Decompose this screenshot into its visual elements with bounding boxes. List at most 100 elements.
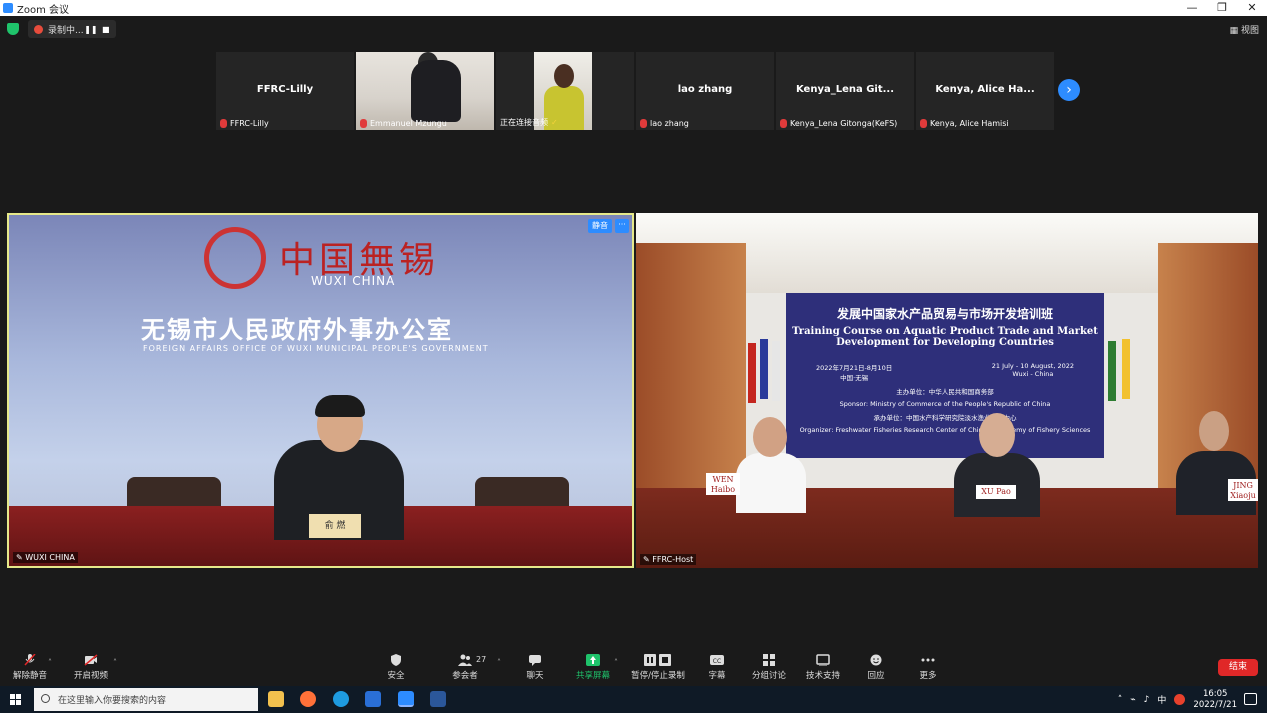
- search-placeholder: 在这里输入你要搜索的内容: [58, 696, 167, 706]
- participant-name: FFRC-Lilly: [230, 119, 269, 128]
- participant-tile[interactable]: Kenya_Lena Git... Kenya_Lena Gitonga(KeF…: [776, 52, 914, 130]
- participant-name: 正在连接音频: [500, 118, 548, 127]
- reaction-icon: [870, 654, 882, 666]
- flag: [760, 339, 768, 399]
- banner-date-chinese: 2022年7月21日-8月10日: [816, 364, 893, 372]
- mute-participant-button[interactable]: 静音: [588, 219, 612, 233]
- security-button[interactable]: 安全: [368, 654, 424, 681]
- pause-recording-icon[interactable]: ❚❚: [84, 25, 97, 34]
- recording-label: 录制中...: [48, 25, 84, 36]
- firefox-icon[interactable]: [300, 691, 316, 707]
- taskbar-search-box[interactable]: 在这里输入你要搜索的内容: [34, 688, 258, 711]
- more-button[interactable]: 更多: [900, 654, 956, 681]
- notification-center-icon[interactable]: [1244, 693, 1257, 705]
- clock-time: 16:05: [1202, 688, 1228, 699]
- nameplate: JING Xiaoju: [1228, 479, 1258, 501]
- meeting-toolbar: 解除静音 ˄ 开启视频 ˄ 安全 参会者 27 ˄ 聊天 共享屏幕 ˄ 暂停/停…: [0, 650, 1267, 686]
- end-meeting-button[interactable]: 结束: [1218, 659, 1258, 676]
- participant-label: 正在连接音频 ✓: [500, 117, 558, 128]
- captions-button[interactable]: CC 字幕: [689, 654, 745, 681]
- ime-indicator[interactable]: 中: [1157, 693, 1166, 706]
- shield-icon: [391, 654, 401, 666]
- file-explorer-icon[interactable]: [268, 691, 284, 707]
- participant-tile[interactable]: Emmanuel Mzungu: [356, 52, 494, 130]
- chevron-right-icon: ›: [1066, 82, 1072, 98]
- pause-stop-recording-button[interactable]: 暂停/停止录制: [628, 654, 688, 681]
- mic-muted-icon: [920, 119, 927, 128]
- store-icon[interactable]: [365, 691, 381, 707]
- start-video-button[interactable]: 开启视频: [63, 654, 119, 681]
- record-icon: [644, 654, 671, 666]
- clock-date: 2022/7/21: [1193, 699, 1237, 710]
- participant-label: Emmanuel Mzungu: [360, 119, 447, 128]
- banner-title-english-2: Development for Developing Countries: [836, 337, 1054, 348]
- banner-title-english-1: Training Course on Aquatic Product Trade…: [792, 326, 1098, 337]
- video-name-label: ✎ FFRC-Host: [640, 554, 697, 565]
- zoom-taskbar-icon[interactable]: [398, 691, 414, 707]
- audio-connecting-icon: ✓: [551, 118, 558, 127]
- chat-label: 聊天: [526, 671, 544, 681]
- banner-organizer-chinese: 承办单位：中国水产科学研究院淡水渔业研究中心: [873, 414, 1017, 422]
- participants-icon: [458, 654, 472, 666]
- participant-display-name: FFRC-Lilly: [256, 84, 314, 95]
- participant-tile[interactable]: 正在连接音频 ✓: [496, 52, 634, 130]
- mic-icon: ✎: [643, 555, 653, 564]
- video-name: FFRC-Host: [652, 555, 694, 564]
- edge-icon[interactable]: [333, 691, 349, 707]
- tech-support-button[interactable]: 技术支持: [795, 654, 851, 681]
- participant-strip: FFRC-Lilly FFRC-Lilly Emmanuel Mzungu 正在…: [216, 52, 1056, 130]
- antivirus-icon[interactable]: [1174, 694, 1186, 705]
- windows-start-icon[interactable]: [10, 694, 21, 705]
- banner-dates: 2022年7月21日-8月10日 中国·无锡 21 July - 10 Augus…: [786, 362, 1104, 382]
- svg-text:CC: CC: [713, 658, 721, 665]
- more-icon: [921, 658, 935, 662]
- share-options-caret[interactable]: ˄: [614, 658, 618, 667]
- view-button[interactable]: ▦ 视图: [1230, 23, 1259, 36]
- audio-options-caret[interactable]: ˄: [48, 658, 52, 667]
- tray-expand-icon[interactable]: ˄: [1118, 695, 1123, 705]
- participants-options-caret[interactable]: ˄: [497, 658, 501, 667]
- video-name: WUXI CHINA: [25, 553, 75, 562]
- participant-wen-body: [736, 453, 806, 513]
- more-options-button[interactable]: ···: [615, 219, 629, 233]
- participant-tile[interactable]: FFRC-Lilly FFRC-Lilly: [216, 52, 354, 130]
- cc-icon: CC: [710, 655, 724, 665]
- banner-place-chinese: 中国·无锡: [840, 374, 869, 382]
- video-options-caret[interactable]: ˄: [113, 658, 117, 667]
- minimize-button[interactable]: —: [1177, 0, 1207, 16]
- maximize-button[interactable]: ❐: [1207, 0, 1237, 16]
- banner-sponsor-english: Sponsor: Ministry of Commerce of the Peo…: [839, 400, 1051, 408]
- reactions-button[interactable]: 回应: [848, 654, 904, 681]
- close-button[interactable]: ✕: [1237, 0, 1267, 16]
- stop-recording-icon[interactable]: ■: [102, 25, 110, 34]
- network-icon[interactable]: ⌁: [1130, 695, 1135, 705]
- participant-video-head: [554, 64, 574, 88]
- share-screen-button[interactable]: 共享屏幕: [565, 654, 621, 681]
- participant-tile[interactable]: lao zhang lao zhang: [636, 52, 774, 130]
- word-icon[interactable]: [430, 691, 446, 707]
- taskbar-clock[interactable]: 16:05 2022/7/21: [1193, 689, 1237, 711]
- encryption-shield-icon[interactable]: [7, 23, 19, 35]
- flag: [748, 343, 756, 403]
- breakout-rooms-button[interactable]: 分组讨论: [741, 654, 797, 681]
- next-page-button[interactable]: ›: [1058, 79, 1080, 101]
- nameplate: WEN Haibo: [706, 473, 740, 495]
- video-tile-wuxi-china[interactable]: 中国無锡 WUXI CHINA 无锡市人民政府外事办公室 FOREIGN AFF…: [7, 213, 634, 568]
- banner-title-chinese: 发展中国家水产品贸易与市场开发培训班: [836, 307, 1053, 321]
- flag: [772, 341, 780, 401]
- participant-display-name: Kenya_Lena Git...: [795, 84, 895, 95]
- participant-name: Kenya_Lena Gitonga(KeFS): [790, 119, 898, 128]
- volume-icon[interactable]: ♪: [1144, 695, 1150, 705]
- video-off-icon: [84, 654, 98, 666]
- chat-button[interactable]: 聊天: [507, 654, 563, 681]
- participant-wen-head: [753, 417, 787, 457]
- banner-sponsor-chinese: 主办单位：中华人民共和国商务部: [896, 388, 994, 396]
- window-controls: — ❐ ✕: [1177, 0, 1267, 16]
- share-screen-label: 共享屏幕: [575, 671, 610, 681]
- nameplate: XU Pao: [976, 485, 1016, 499]
- system-tray: ˄ ⌁ ♪ 中 16:05 2022/7/21: [1118, 688, 1237, 711]
- video-tile-ffrc-host[interactable]: 发展中国家水产品贸易与市场开发培训班 Training Course on Aq…: [636, 213, 1258, 568]
- participant-name: Emmanuel Mzungu: [370, 119, 447, 128]
- participant-tile[interactable]: Kenya, Alice Ha... Kenya, Alice Hamisi: [916, 52, 1054, 130]
- recording-dot-icon: [34, 24, 43, 34]
